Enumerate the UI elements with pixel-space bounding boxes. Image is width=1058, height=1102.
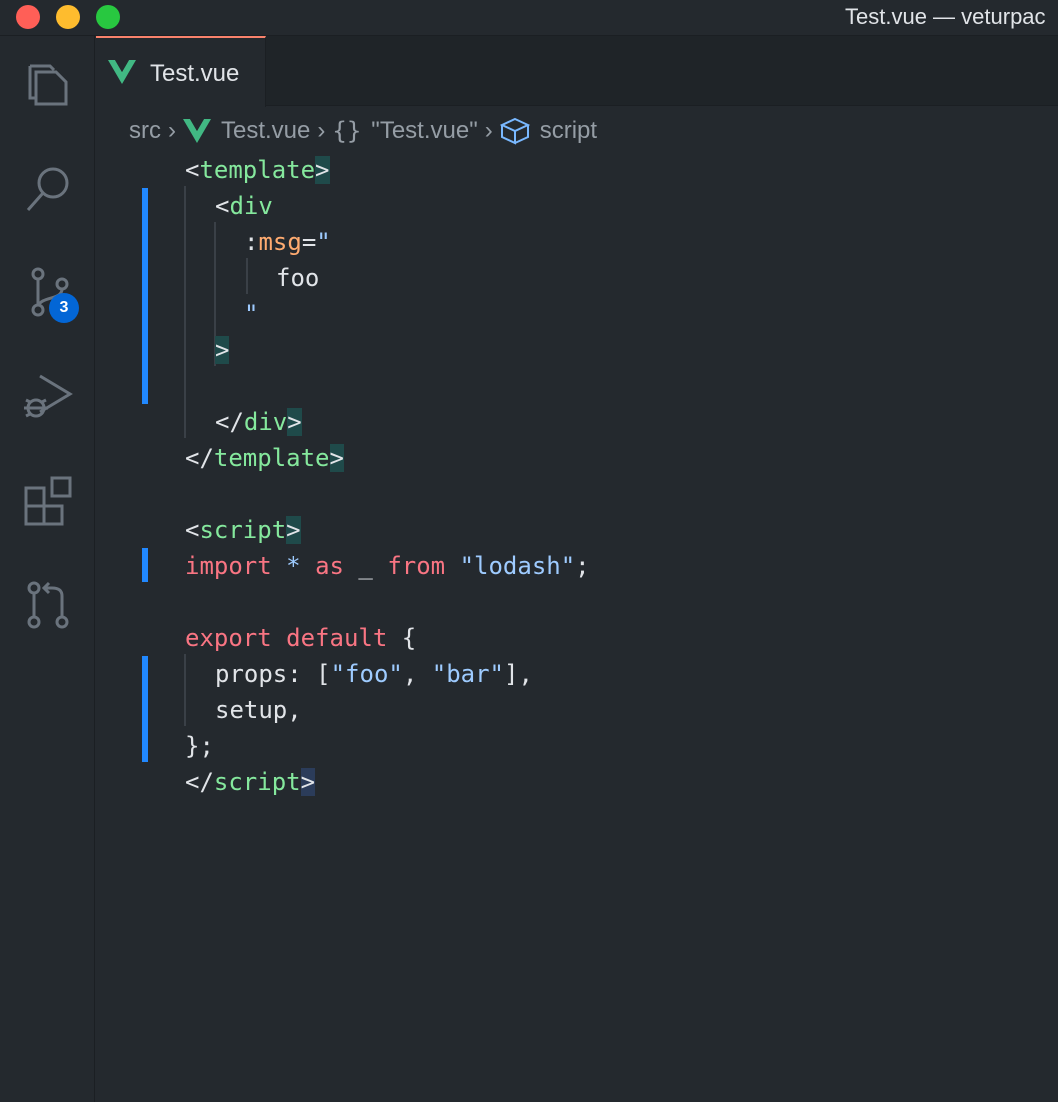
code-token: script: [213, 768, 301, 796]
tab-test-vue[interactable]: Test.vue: [96, 36, 266, 107]
code-line: import * as _ from "lodash";: [185, 548, 590, 584]
code-token: ": [316, 228, 331, 256]
code-token: div: [229, 192, 273, 220]
code-token: >: [315, 156, 330, 184]
code-token: from: [387, 552, 446, 580]
code-token: >: [287, 408, 302, 436]
code-token: </: [185, 768, 214, 796]
cube-icon: [499, 117, 530, 145]
code-token: export: [185, 624, 272, 652]
code-line: };: [185, 728, 214, 764]
extensions-icon[interactable]: [22, 474, 74, 526]
tab-bar: Test.vue: [96, 36, 1058, 107]
git-modified-marker: [142, 548, 148, 582]
window-title: Test.vue — veturpac: [845, 4, 1046, 29]
braces-icon: {}: [332, 117, 362, 145]
indent-guide: [246, 258, 248, 294]
code-line: <div: [215, 188, 273, 224]
code-token: msg: [258, 228, 302, 256]
breadcrumb-item-src[interactable]: src: [129, 117, 161, 145]
code-token: ;: [575, 552, 590, 580]
breadcrumb-label: Test.vue: [221, 117, 311, 144]
code-token: "lodash": [459, 552, 576, 580]
code-line: </template>: [185, 440, 344, 476]
source-control-badge: 3: [49, 293, 79, 323]
code-token: <: [185, 516, 200, 544]
code-editor[interactable]: <template> <div :msg=" foo " > </div> </…: [96, 150, 1058, 1102]
code-token: >: [300, 768, 316, 796]
git-modified-marker: [142, 656, 148, 762]
code-token: _: [358, 552, 373, 580]
code-token: template: [213, 444, 330, 472]
code-line: setup,: [215, 692, 302, 728]
code-token: "bar": [431, 660, 504, 688]
breadcrumb-label: src: [129, 117, 161, 144]
code-token: foo: [276, 264, 320, 292]
code-token: >: [286, 516, 301, 544]
git-modified-marker: [142, 188, 148, 404]
code-token: {: [401, 624, 417, 652]
code-token: import: [185, 552, 272, 580]
breadcrumb-item-file[interactable]: Test.vue: [183, 117, 310, 145]
vue-icon: [108, 60, 136, 84]
code-token: :: [244, 228, 259, 256]
code-line: :msg=": [244, 224, 331, 260]
code-token: </: [185, 444, 214, 472]
search-icon[interactable]: [22, 162, 74, 214]
minimize-window-button[interactable]: [56, 5, 80, 29]
code-token: default: [286, 624, 388, 652]
code-token: setup,: [215, 696, 302, 724]
chevron-right-icon: ›: [484, 117, 493, 144]
run-debug-icon[interactable]: [22, 370, 74, 422]
code-token: ,: [402, 660, 432, 688]
code-line: export default {: [185, 620, 416, 656]
code-token: <: [185, 156, 200, 184]
chevron-right-icon: ›: [317, 117, 326, 144]
code-line: foo: [276, 260, 319, 296]
code-line: >: [215, 332, 230, 368]
breadcrumb: src › Test.vue › {} "Test.vue" › script: [129, 114, 597, 148]
pull-requests-icon[interactable]: [22, 578, 74, 630]
breadcrumb-item-script[interactable]: script: [499, 117, 598, 145]
breadcrumb-label: script: [539, 117, 598, 144]
code-line: props: ["foo", "bar"],: [215, 656, 533, 692]
code-token: =: [301, 228, 317, 256]
code-token: </: [215, 408, 244, 436]
title-bar: Test.vue — veturpac: [0, 0, 1058, 36]
code-token: as: [315, 552, 344, 580]
code-token: *: [286, 552, 301, 580]
indent-guide: [184, 654, 186, 726]
code-token: >: [215, 336, 230, 364]
breadcrumb-item-module[interactable]: {} "Test.vue": [332, 117, 477, 145]
code-token: };: [185, 732, 214, 760]
code-token: template: [199, 156, 316, 184]
code-token: <: [215, 192, 230, 220]
code-token: "foo": [330, 660, 403, 688]
code-line: ": [244, 296, 258, 332]
code-line: <script>: [185, 512, 301, 548]
indent-guide: [184, 186, 186, 438]
code-line: </script>: [185, 764, 316, 800]
chevron-right-icon: ›: [168, 117, 176, 144]
code-token: props: [: [215, 660, 331, 688]
maximize-window-button[interactable]: [96, 5, 120, 29]
code-token: >: [329, 444, 344, 472]
close-window-button[interactable]: [16, 5, 40, 29]
code-token: ],: [504, 660, 533, 688]
code-token: ": [244, 300, 259, 328]
explorer-icon[interactable]: [22, 58, 74, 110]
code-line: <template>: [185, 152, 330, 188]
code-token: div: [243, 408, 288, 436]
vue-icon: [183, 119, 211, 143]
tab-label: Test.vue: [150, 60, 240, 87]
code-line: </div>: [215, 404, 302, 440]
breadcrumb-label: "Test.vue": [371, 117, 478, 144]
code-token: script: [199, 516, 287, 544]
